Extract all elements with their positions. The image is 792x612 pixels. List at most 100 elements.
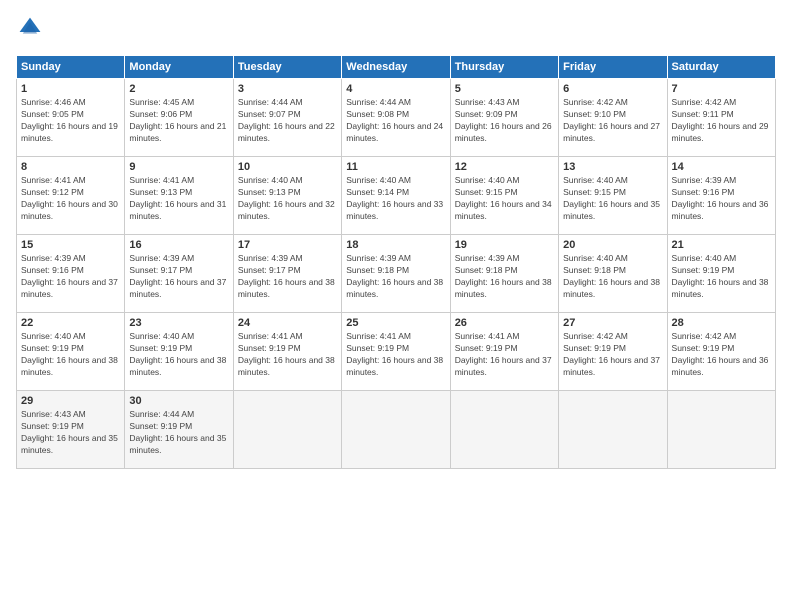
table-row bbox=[559, 391, 667, 469]
table-row: 3 Sunrise: 4:44 AMSunset: 9:07 PMDayligh… bbox=[233, 79, 341, 157]
day-info: Sunrise: 4:44 AMSunset: 9:08 PMDaylight:… bbox=[346, 97, 445, 145]
day-info: Sunrise: 4:40 AMSunset: 9:15 PMDaylight:… bbox=[563, 175, 662, 223]
table-row bbox=[342, 391, 450, 469]
calendar-week-row: 15 Sunrise: 4:39 AMSunset: 9:16 PMDaylig… bbox=[17, 235, 776, 313]
day-info: Sunrise: 4:41 AMSunset: 9:19 PMDaylight:… bbox=[346, 331, 445, 379]
weekday-header: Monday bbox=[125, 56, 233, 79]
table-row bbox=[450, 391, 558, 469]
table-row: 19 Sunrise: 4:39 AMSunset: 9:18 PMDaylig… bbox=[450, 235, 558, 313]
table-row: 8 Sunrise: 4:41 AMSunset: 9:12 PMDayligh… bbox=[17, 157, 125, 235]
calendar-week-row: 1 Sunrise: 4:46 AMSunset: 9:05 PMDayligh… bbox=[17, 79, 776, 157]
day-number: 9 bbox=[129, 161, 228, 173]
day-number: 21 bbox=[672, 239, 771, 251]
table-row: 10 Sunrise: 4:40 AMSunset: 9:13 PMDaylig… bbox=[233, 157, 341, 235]
calendar-week-row: 29 Sunrise: 4:43 AMSunset: 9:19 PMDaylig… bbox=[17, 391, 776, 469]
header bbox=[16, 16, 776, 45]
day-info: Sunrise: 4:39 AMSunset: 9:18 PMDaylight:… bbox=[455, 253, 554, 301]
table-row: 9 Sunrise: 4:41 AMSunset: 9:13 PMDayligh… bbox=[125, 157, 233, 235]
table-row: 6 Sunrise: 4:42 AMSunset: 9:10 PMDayligh… bbox=[559, 79, 667, 157]
day-info: Sunrise: 4:39 AMSunset: 9:16 PMDaylight:… bbox=[672, 175, 771, 223]
table-row: 20 Sunrise: 4:40 AMSunset: 9:18 PMDaylig… bbox=[559, 235, 667, 313]
day-info: Sunrise: 4:40 AMSunset: 9:15 PMDaylight:… bbox=[455, 175, 554, 223]
day-info: Sunrise: 4:39 AMSunset: 9:16 PMDaylight:… bbox=[21, 253, 120, 301]
day-info: Sunrise: 4:40 AMSunset: 9:14 PMDaylight:… bbox=[346, 175, 445, 223]
day-info: Sunrise: 4:41 AMSunset: 9:19 PMDaylight:… bbox=[238, 331, 337, 379]
table-row: 14 Sunrise: 4:39 AMSunset: 9:16 PMDaylig… bbox=[667, 157, 775, 235]
day-number: 10 bbox=[238, 161, 337, 173]
table-row: 2 Sunrise: 4:45 AMSunset: 9:06 PMDayligh… bbox=[125, 79, 233, 157]
day-info: Sunrise: 4:45 AMSunset: 9:06 PMDaylight:… bbox=[129, 97, 228, 145]
day-number: 1 bbox=[21, 83, 120, 95]
table-row: 12 Sunrise: 4:40 AMSunset: 9:15 PMDaylig… bbox=[450, 157, 558, 235]
day-number: 26 bbox=[455, 317, 554, 329]
day-info: Sunrise: 4:44 AMSunset: 9:07 PMDaylight:… bbox=[238, 97, 337, 145]
table-row bbox=[233, 391, 341, 469]
weekday-header: Tuesday bbox=[233, 56, 341, 79]
table-row: 4 Sunrise: 4:44 AMSunset: 9:08 PMDayligh… bbox=[342, 79, 450, 157]
day-info: Sunrise: 4:39 AMSunset: 9:17 PMDaylight:… bbox=[238, 253, 337, 301]
table-row: 7 Sunrise: 4:42 AMSunset: 9:11 PMDayligh… bbox=[667, 79, 775, 157]
day-info: Sunrise: 4:40 AMSunset: 9:19 PMDaylight:… bbox=[21, 331, 120, 379]
day-number: 13 bbox=[563, 161, 662, 173]
day-info: Sunrise: 4:40 AMSunset: 9:18 PMDaylight:… bbox=[563, 253, 662, 301]
day-info: Sunrise: 4:43 AMSunset: 9:09 PMDaylight:… bbox=[455, 97, 554, 145]
table-row: 5 Sunrise: 4:43 AMSunset: 9:09 PMDayligh… bbox=[450, 79, 558, 157]
table-row: 11 Sunrise: 4:40 AMSunset: 9:14 PMDaylig… bbox=[342, 157, 450, 235]
table-row: 18 Sunrise: 4:39 AMSunset: 9:18 PMDaylig… bbox=[342, 235, 450, 313]
day-number: 27 bbox=[563, 317, 662, 329]
day-number: 30 bbox=[129, 395, 228, 407]
calendar-week-row: 22 Sunrise: 4:40 AMSunset: 9:19 PMDaylig… bbox=[17, 313, 776, 391]
table-row: 22 Sunrise: 4:40 AMSunset: 9:19 PMDaylig… bbox=[17, 313, 125, 391]
day-number: 25 bbox=[346, 317, 445, 329]
logo-icon bbox=[18, 16, 42, 40]
day-info: Sunrise: 4:41 AMSunset: 9:12 PMDaylight:… bbox=[21, 175, 120, 223]
table-row: 21 Sunrise: 4:40 AMSunset: 9:19 PMDaylig… bbox=[667, 235, 775, 313]
day-number: 15 bbox=[21, 239, 120, 251]
table-row: 23 Sunrise: 4:40 AMSunset: 9:19 PMDaylig… bbox=[125, 313, 233, 391]
calendar: SundayMondayTuesdayWednesdayThursdayFrid… bbox=[16, 55, 776, 469]
day-number: 7 bbox=[672, 83, 771, 95]
day-info: Sunrise: 4:40 AMSunset: 9:19 PMDaylight:… bbox=[129, 331, 228, 379]
day-number: 19 bbox=[455, 239, 554, 251]
day-info: Sunrise: 4:42 AMSunset: 9:10 PMDaylight:… bbox=[563, 97, 662, 145]
logo bbox=[16, 16, 44, 45]
table-row: 27 Sunrise: 4:42 AMSunset: 9:19 PMDaylig… bbox=[559, 313, 667, 391]
table-row: 16 Sunrise: 4:39 AMSunset: 9:17 PMDaylig… bbox=[125, 235, 233, 313]
day-info: Sunrise: 4:39 AMSunset: 9:17 PMDaylight:… bbox=[129, 253, 228, 301]
day-info: Sunrise: 4:42 AMSunset: 9:19 PMDaylight:… bbox=[672, 331, 771, 379]
day-info: Sunrise: 4:46 AMSunset: 9:05 PMDaylight:… bbox=[21, 97, 120, 145]
day-info: Sunrise: 4:40 AMSunset: 9:19 PMDaylight:… bbox=[672, 253, 771, 301]
day-info: Sunrise: 4:41 AMSunset: 9:13 PMDaylight:… bbox=[129, 175, 228, 223]
day-number: 11 bbox=[346, 161, 445, 173]
day-info: Sunrise: 4:40 AMSunset: 9:13 PMDaylight:… bbox=[238, 175, 337, 223]
day-number: 22 bbox=[21, 317, 120, 329]
day-number: 17 bbox=[238, 239, 337, 251]
day-number: 12 bbox=[455, 161, 554, 173]
day-number: 16 bbox=[129, 239, 228, 251]
table-row: 15 Sunrise: 4:39 AMSunset: 9:16 PMDaylig… bbox=[17, 235, 125, 313]
day-info: Sunrise: 4:42 AMSunset: 9:19 PMDaylight:… bbox=[563, 331, 662, 379]
table-row: 30 Sunrise: 4:44 AMSunset: 9:19 PMDaylig… bbox=[125, 391, 233, 469]
table-row: 13 Sunrise: 4:40 AMSunset: 9:15 PMDaylig… bbox=[559, 157, 667, 235]
day-info: Sunrise: 4:43 AMSunset: 9:19 PMDaylight:… bbox=[21, 409, 120, 457]
day-number: 2 bbox=[129, 83, 228, 95]
day-number: 20 bbox=[563, 239, 662, 251]
day-info: Sunrise: 4:42 AMSunset: 9:11 PMDaylight:… bbox=[672, 97, 771, 145]
table-row: 25 Sunrise: 4:41 AMSunset: 9:19 PMDaylig… bbox=[342, 313, 450, 391]
day-number: 29 bbox=[21, 395, 120, 407]
page: SundayMondayTuesdayWednesdayThursdayFrid… bbox=[0, 0, 792, 612]
day-number: 8 bbox=[21, 161, 120, 173]
table-row: 24 Sunrise: 4:41 AMSunset: 9:19 PMDaylig… bbox=[233, 313, 341, 391]
day-number: 28 bbox=[672, 317, 771, 329]
day-info: Sunrise: 4:44 AMSunset: 9:19 PMDaylight:… bbox=[129, 409, 228, 457]
weekday-header: Sunday bbox=[17, 56, 125, 79]
day-number: 23 bbox=[129, 317, 228, 329]
day-number: 5 bbox=[455, 83, 554, 95]
day-number: 4 bbox=[346, 83, 445, 95]
day-number: 24 bbox=[238, 317, 337, 329]
table-row: 26 Sunrise: 4:41 AMSunset: 9:19 PMDaylig… bbox=[450, 313, 558, 391]
table-row: 29 Sunrise: 4:43 AMSunset: 9:19 PMDaylig… bbox=[17, 391, 125, 469]
day-number: 14 bbox=[672, 161, 771, 173]
weekday-header: Wednesday bbox=[342, 56, 450, 79]
day-number: 3 bbox=[238, 83, 337, 95]
